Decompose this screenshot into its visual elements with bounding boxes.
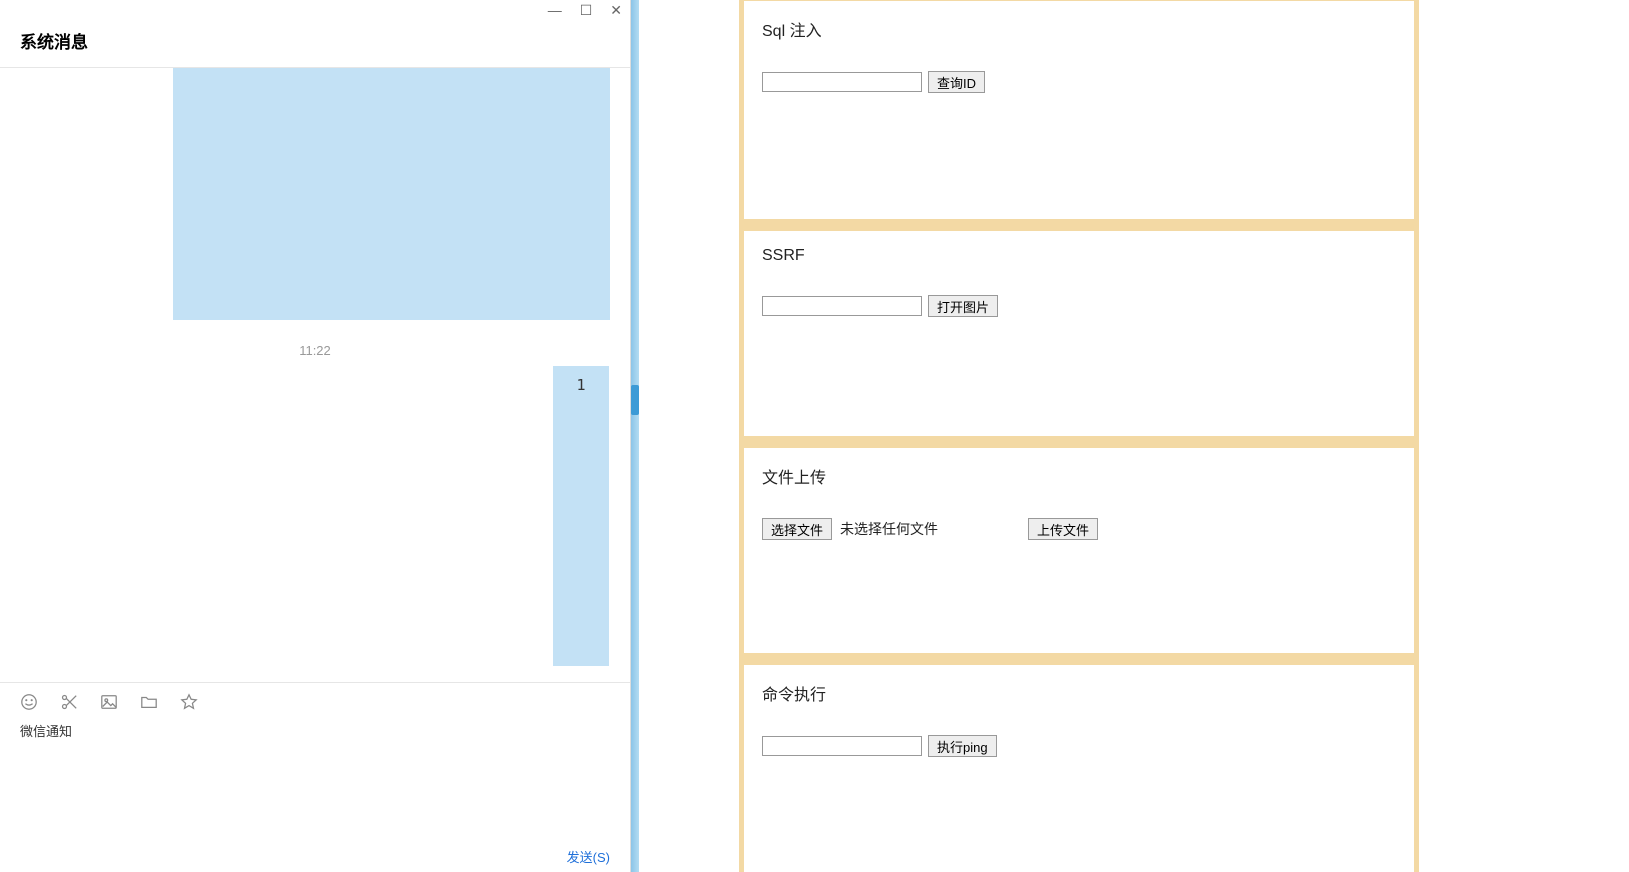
query-id-button[interactable]: 查询ID <box>928 71 985 93</box>
chat-image-bubble[interactable] <box>173 68 610 320</box>
chat-title: 系统消息 <box>20 28 610 53</box>
panel-title: 命令执行 <box>762 681 1396 705</box>
panel-title: 文件上传 <box>762 464 1396 488</box>
chat-body: 11:22 1 <box>0 68 630 682</box>
scrollbar-thumb[interactable] <box>631 385 639 415</box>
scrollbar-track <box>631 0 639 872</box>
sql-id-input[interactable] <box>762 72 922 92</box>
panel-file-upload: 文件上传 选择文件 未选择任何文件 上传文件 <box>743 447 1415 654</box>
web-area: Sql 注入 查询ID SSRF 打开图片 文件上传 选择文件 未选择任何文件 … <box>639 0 1629 872</box>
chat-message-text: 1 <box>576 376 585 394</box>
panel-title: SSRF <box>762 247 1396 265</box>
window-close-icon[interactable]: ✕ <box>610 2 622 19</box>
choose-file-button[interactable]: 选择文件 <box>762 518 832 540</box>
chat-input-area: 微信通知 发送(S) <box>0 682 630 872</box>
vertical-scrollbar[interactable] <box>631 0 639 872</box>
folder-icon[interactable] <box>140 693 158 711</box>
page-container: Sql 注入 查询ID SSRF 打开图片 文件上传 选择文件 未选择任何文件 … <box>739 0 1419 872</box>
scissors-icon[interactable] <box>60 693 78 711</box>
cmd-input[interactable] <box>762 736 922 756</box>
file-status-text: 未选择任何文件 <box>840 519 938 539</box>
chat-message-bubble[interactable]: 1 <box>553 366 609 666</box>
chat-window: — ☐ ✕ 系统消息 11:22 1 微信通知 发送(S) <box>0 0 631 872</box>
panel-ssrf: SSRF 打开图片 <box>743 230 1415 437</box>
emoji-icon[interactable] <box>20 693 38 711</box>
panel-title: Sql 注入 <box>762 17 1396 41</box>
send-button[interactable]: 发送(S) <box>567 847 610 866</box>
panel-sql-injection: Sql 注入 查询ID <box>743 0 1415 220</box>
titlebar: — ☐ ✕ <box>0 0 630 20</box>
upload-file-button[interactable]: 上传文件 <box>1028 518 1098 540</box>
image-icon[interactable] <box>100 693 118 711</box>
panel-command-exec: 命令执行 执行ping <box>743 664 1415 872</box>
window-minimize-icon[interactable]: — <box>548 2 562 18</box>
chat-timestamp: 11:22 <box>0 343 630 358</box>
star-icon[interactable] <box>180 693 198 711</box>
chat-input-label[interactable]: 微信通知 <box>0 717 630 744</box>
open-image-button[interactable]: 打开图片 <box>928 295 998 317</box>
ssrf-url-input[interactable] <box>762 296 922 316</box>
exec-ping-button[interactable]: 执行ping <box>928 735 997 757</box>
chat-toolbar <box>0 683 630 717</box>
window-maximize-icon[interactable]: ☐ <box>580 2 593 19</box>
chat-header: 系统消息 <box>0 20 630 68</box>
